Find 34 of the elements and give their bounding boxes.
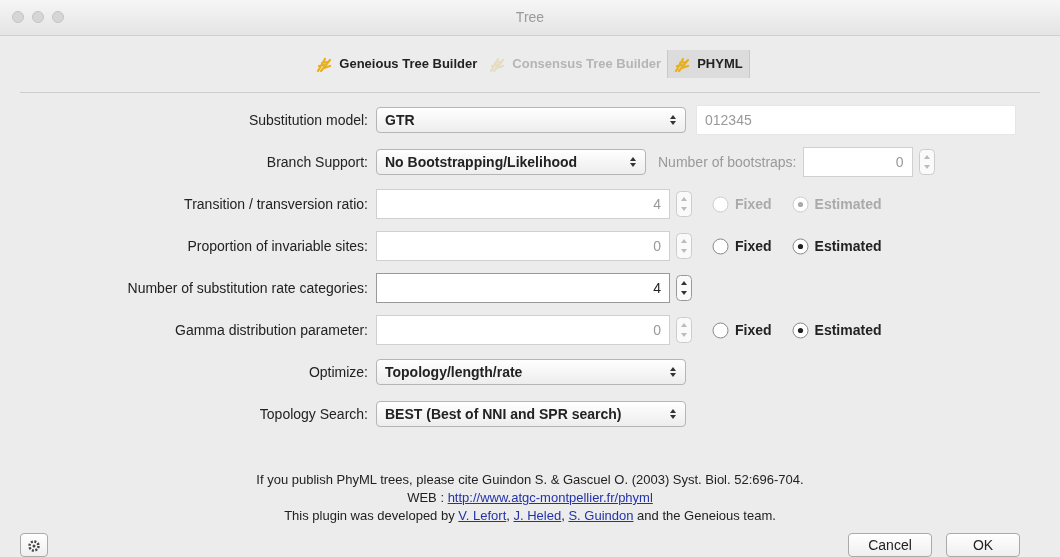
updown-arrows-icon	[669, 114, 677, 126]
tab[interactable]: PHYML	[667, 50, 750, 78]
field-label: Number of bootstraps:	[658, 152, 797, 172]
citation-text: If you publish PhyML trees, please cite Guindon S. & Gascuel O. (2003) Syst. Biol. 52:696-704.	[255, 471, 805, 489]
dropdown[interactable]: BEST (Best of NNI and SPR search)	[376, 401, 686, 427]
field-label: Transition / transversion ratio:	[183, 194, 368, 214]
link[interactable]: http://www.atgc-montpellier.fr/phyml	[447, 490, 653, 505]
dropdown[interactable]: GTR	[376, 107, 686, 133]
field-label: Topology Search:	[258, 404, 368, 424]
ok-button[interactable]: OK	[946, 533, 1020, 557]
citation-text: WEB : http://www.atgc-montpellier.fr/phyml	[406, 489, 654, 507]
field-label: Proportion of invariable sites:	[186, 236, 368, 256]
stepper[interactable]	[676, 275, 692, 301]
minimize-button[interactable]	[32, 11, 44, 23]
cancel-button[interactable]: Cancel	[848, 533, 932, 557]
settings-button[interactable]	[20, 533, 48, 557]
zoom-button[interactable]	[52, 11, 64, 23]
field-label: Optimize:	[307, 362, 368, 382]
updown-arrows-icon	[629, 156, 637, 168]
field-label: Number of substitution rate categories:	[126, 278, 368, 298]
field-label: Gamma distribution parameter:	[174, 320, 368, 340]
dropdown[interactable]: No Bootstrapping/Likelihood	[376, 149, 646, 175]
gear-icon	[27, 538, 41, 553]
window-title: Tree	[515, 8, 545, 27]
tab[interactable]: Geneious Tree Builder	[310, 50, 484, 78]
field-label: Substitution model:	[247, 110, 368, 130]
updown-arrows-icon	[669, 408, 677, 420]
dropdown[interactable]: Topology/length/rate	[376, 359, 686, 385]
number-field[interactable]: 4	[376, 273, 670, 303]
close-button[interactable]	[12, 11, 24, 23]
link[interactable]: S. Guindon	[568, 508, 634, 523]
field-label: Branch Support:	[265, 152, 368, 172]
citation-text: This plugin was developed by V. Lefort, J. Heled, S. Guindon and the Geneious team.	[283, 507, 777, 525]
updown-arrows-icon	[669, 366, 677, 378]
